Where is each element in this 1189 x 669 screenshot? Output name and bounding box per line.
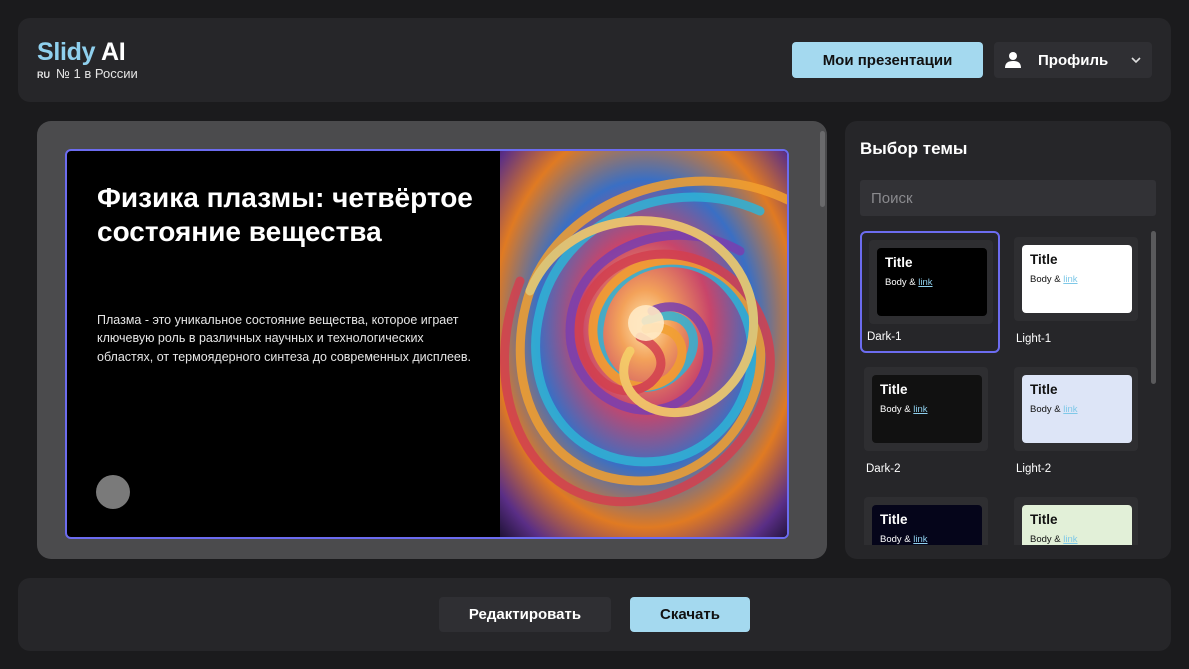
theme-sample-body: Body & link	[1030, 274, 1078, 285]
theme-sample-title: Title	[880, 382, 908, 397]
slide-title: Физика плазмы: четвёртое состояние вещес…	[97, 182, 473, 247]
theme-sample-body: Body & link	[885, 277, 933, 288]
theme-sample: Title Body & link	[877, 248, 987, 316]
brand-logo[interactable]: Slidy AI RU № 1 в России	[37, 38, 138, 81]
theme-sample-body: Body & link	[1030, 534, 1078, 545]
theme-card-light-1[interactable]: Title Body & link Light-1	[1010, 233, 1148, 355]
theme-sample-title: Title	[1030, 512, 1058, 527]
theme-sample-link: link	[1063, 404, 1078, 415]
theme-sample: Title Body & link	[1022, 505, 1132, 545]
theme-name: Light-1	[1016, 333, 1052, 345]
theme-sample-body: Body & link	[880, 404, 928, 415]
theme-sample-title: Title	[1030, 252, 1058, 267]
colorful-plasma-swirl-image	[500, 151, 787, 537]
theme-name: Light-2	[1016, 463, 1052, 475]
theme-sample-body: Body & link	[880, 534, 928, 545]
theme-sample: Title Body & link	[872, 505, 982, 545]
theme-sample-body: Body & link	[1030, 404, 1078, 415]
slide-preview-area[interactable]: Физика плазмы: четвёртое состояние вещес…	[37, 121, 827, 559]
slide-body-text: Плазма - это уникальное состояние вещест…	[97, 313, 471, 364]
theme-card-light-2[interactable]: Title Body & link Light-2	[1010, 363, 1148, 485]
theme-panel-title: Выбор темы	[860, 139, 968, 158]
theme-sample-link: link	[913, 404, 928, 415]
theme-thumbnail: Title Body & link	[1014, 367, 1138, 451]
theme-card-dark-1[interactable]: Title Body & link Dark-1	[860, 231, 1000, 353]
slide-canvas[interactable]: Физика плазмы: четвёртое состояние вещес…	[65, 149, 789, 539]
theme-sample-title: Title	[1030, 382, 1058, 397]
theme-thumbnail: Title Body & link	[1014, 497, 1138, 545]
theme-sample-link: link	[1063, 274, 1078, 285]
theme-card-dark-2[interactable]: Title Body & link Dark-2	[860, 363, 1000, 485]
theme-name: Dark-2	[866, 463, 901, 475]
brand-tagline-row: RU № 1 в России	[37, 66, 138, 81]
bottom-action-bar: Редактировать Скачать	[18, 578, 1171, 651]
my-presentations-button[interactable]: Мои презентации	[792, 42, 983, 78]
preview-scrollbar[interactable]	[819, 121, 827, 559]
download-button[interactable]: Скачать	[630, 597, 750, 632]
theme-thumbnail: Title Body & link	[1014, 237, 1138, 321]
brand-tagline: № 1 в России	[56, 66, 138, 81]
user-icon	[1005, 52, 1021, 68]
chevron-down-icon	[1131, 57, 1141, 64]
brand-suffix: AI	[100, 38, 126, 66]
profile-menu-button[interactable]: Профиль	[994, 42, 1152, 78]
theme-sample-link: link	[1063, 534, 1078, 545]
theme-list-scrollbar-thumb[interactable]	[1151, 231, 1156, 384]
theme-thumbnail: Title Body & link	[864, 497, 988, 545]
theme-selection-panel: Выбор темы Title Body & link Dark-1 Titl…	[845, 121, 1171, 559]
theme-thumbnail: Title Body & link	[864, 367, 988, 451]
theme-card-dark-3[interactable]: Title Body & link	[860, 493, 1000, 545]
theme-sample-title: Title	[880, 512, 908, 527]
profile-label: Профиль	[1038, 51, 1109, 69]
language-badge: RU	[37, 70, 50, 80]
theme-sample: Title Body & link	[1022, 245, 1132, 313]
theme-sample-link: link	[913, 534, 928, 545]
theme-name: Dark-1	[867, 331, 902, 343]
theme-grid: Title Body & link Dark-1 Title Body & li…	[860, 231, 1148, 545]
slide-text-column: Физика плазмы: четвёртое состояние вещес…	[67, 151, 500, 537]
slide-decoration-circle	[96, 475, 130, 509]
theme-search-input[interactable]	[860, 180, 1156, 216]
theme-card-light-3[interactable]: Title Body & link	[1010, 493, 1148, 545]
top-bar: Slidy AI RU № 1 в России Мои презентации…	[18, 18, 1171, 102]
theme-sample-link: link	[918, 277, 933, 288]
brand-title: Slidy AI	[37, 38, 138, 66]
brand-name: Slidy	[37, 38, 96, 66]
preview-scrollbar-thumb[interactable]	[820, 131, 825, 207]
theme-sample: Title Body & link	[1022, 375, 1132, 443]
theme-sample-title: Title	[885, 255, 913, 270]
edit-button[interactable]: Редактировать	[439, 597, 611, 632]
theme-thumbnail: Title Body & link	[869, 240, 993, 324]
theme-sample: Title Body & link	[872, 375, 982, 443]
